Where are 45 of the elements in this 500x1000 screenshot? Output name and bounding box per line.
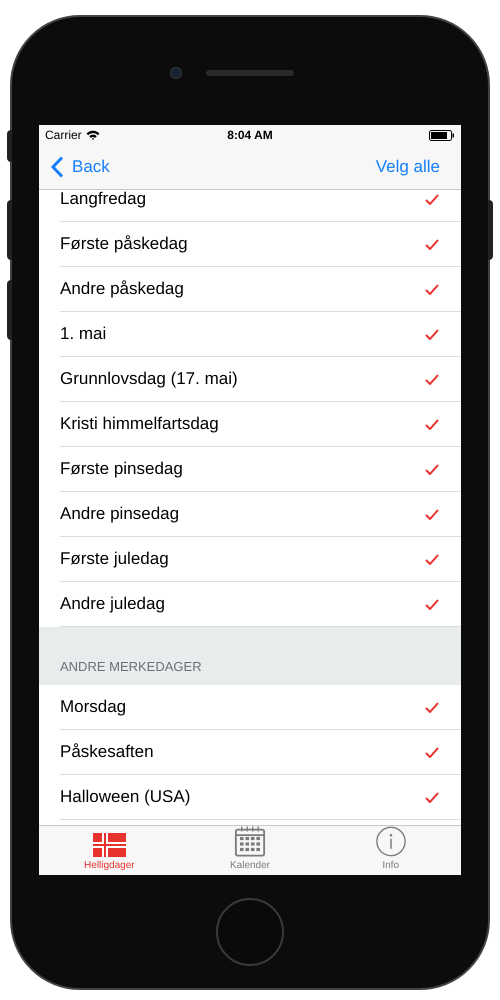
- list-item[interactable]: Grunnlovsdag (17. mai): [60, 357, 461, 402]
- section-header: ANDRE MERKEDAGER: [60, 658, 202, 676]
- tab-bar-item[interactable]: Helligdager: [39, 826, 180, 875]
- carrier-label: Carrier: [45, 127, 82, 144]
- holiday-name: Påskesaften: [60, 741, 154, 764]
- list-item[interactable]: Andre juledag: [60, 582, 461, 627]
- select-all-button[interactable]: Velg alle: [376, 154, 440, 180]
- info-icon: [374, 826, 408, 857]
- list-item[interactable]: Påskesaften: [60, 730, 461, 775]
- tab-bar-item[interactable]: Kalender: [180, 826, 320, 875]
- list-item[interactable]: 1. mai: [60, 312, 461, 357]
- chevron-left-icon: [51, 156, 64, 178]
- holiday-name: Andre pinsedag: [60, 503, 180, 526]
- holiday-name: Grunnlovsdag (17. mai): [60, 368, 238, 390]
- holiday-name: Langfredag: [60, 190, 146, 210]
- holiday-name: Første påskedag: [60, 233, 188, 256]
- list-item[interactable]: Andre påskedag: [60, 267, 461, 312]
- phone-side-button[interactable]: [7, 280, 12, 340]
- flag-icon: [92, 833, 126, 857]
- holiday-name: Andre påskedag: [60, 278, 184, 300]
- list-item[interactable]: Første påskedag: [60, 222, 461, 267]
- phone-side-button[interactable]: [7, 130, 12, 162]
- tab-bar-item[interactable]: Info: [320, 826, 461, 875]
- wifi-icon: [86, 130, 100, 140]
- holiday-name: Kristi himmelfartsdag: [60, 413, 219, 436]
- holiday-name: Halloween (USA): [60, 786, 190, 808]
- list-item[interactable]: Langfredag: [60, 190, 461, 222]
- phone-side-button[interactable]: [488, 200, 493, 260]
- camera-lens: [170, 67, 182, 79]
- holiday-name: Første pinsedag: [60, 458, 183, 480]
- clock-time: 8:04 AM: [227, 127, 273, 144]
- battery-icon: [429, 130, 455, 140]
- list-item[interactable]: Første juledag: [60, 537, 461, 582]
- phone-side-button[interactable]: [7, 200, 12, 260]
- list-item[interactable]: Halloween (USA): [60, 775, 461, 820]
- list-item[interactable]: Første pinsedag: [60, 447, 461, 492]
- holiday-name: Morsdag: [60, 696, 126, 718]
- list-item[interactable]: Andre pinsedag: [60, 492, 461, 537]
- list-item[interactable]: Kristi himmelfartsdag: [60, 402, 461, 447]
- holiday-name: 1. mai: [60, 323, 106, 346]
- holiday-name: Første juledag: [60, 548, 169, 570]
- holiday-name: Andre juledag: [60, 593, 165, 616]
- calendar-icon: [233, 826, 267, 857]
- back-button[interactable]: Back: [51, 154, 110, 180]
- list-item[interactable]: Morsdag: [60, 685, 461, 730]
